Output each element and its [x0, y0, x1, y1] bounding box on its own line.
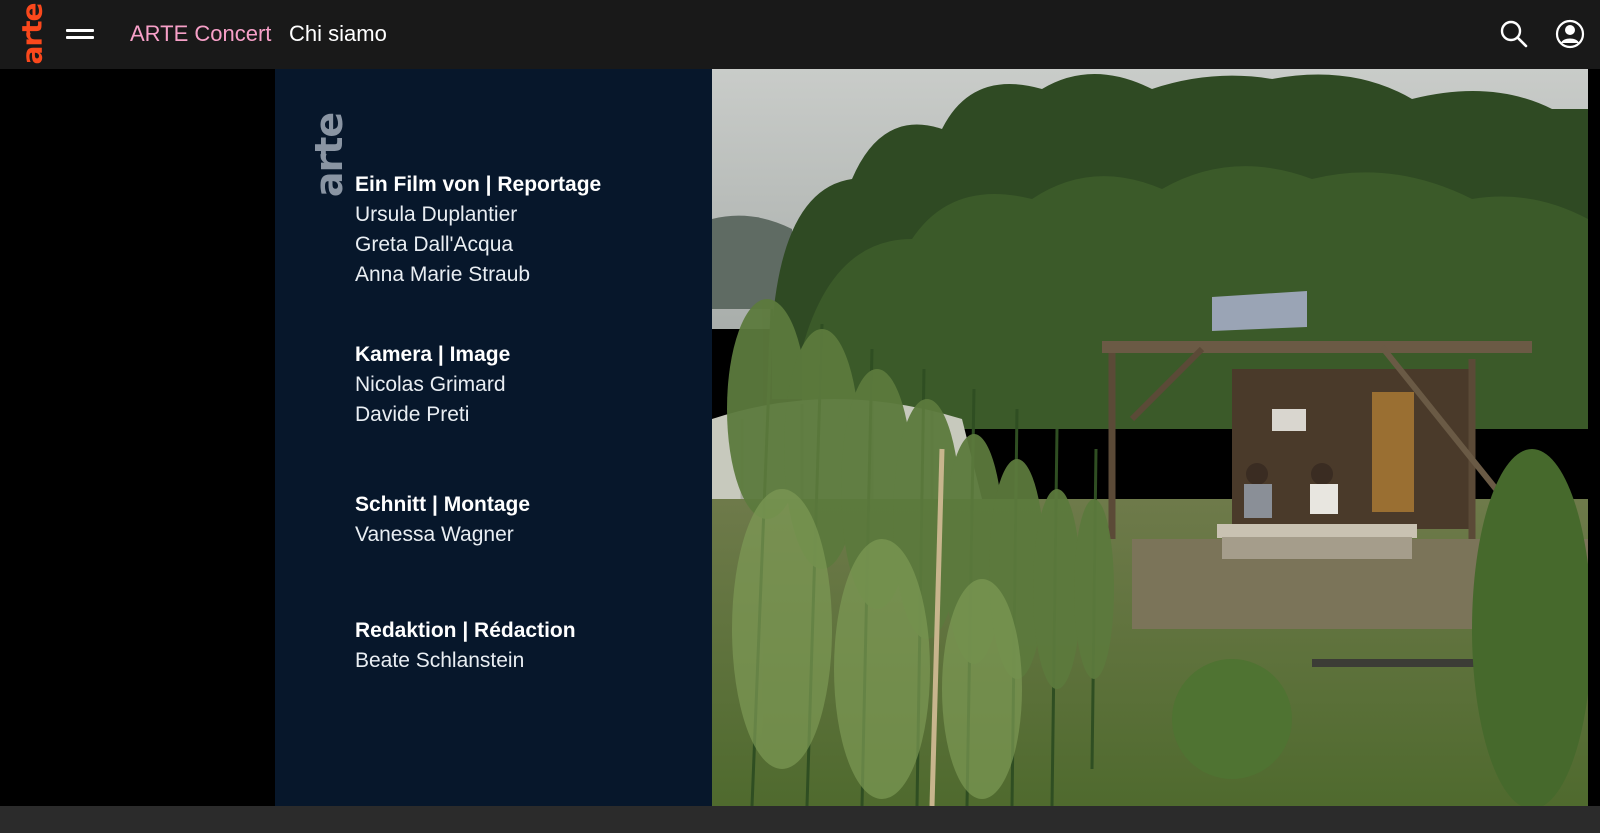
garden-scene-illustration	[712, 69, 1588, 806]
credit-group-editing: Schnitt | Montage Vanessa Wagner	[355, 490, 530, 550]
credits-logo-text: arte	[307, 112, 351, 198]
arte-logo[interactable]: arte	[14, 2, 50, 66]
credits-arte-logo: arte	[301, 99, 357, 211]
arte-logo-text: arte	[15, 3, 49, 65]
video-frame-garden-scene	[712, 69, 1588, 806]
credit-group-editorial: Redaktion | Rédaction Beate Schlanstein	[355, 616, 576, 676]
video-player[interactable]: arte Ein Film von | Reportage Ursula Dup…	[0, 69, 1600, 806]
credit-name: Vanessa Wagner	[355, 523, 514, 546]
credit-heading: Ein Film von | Reportage	[355, 173, 602, 196]
credit-name: Greta Dall'Acqua	[355, 233, 514, 256]
credit-heading: Kamera | Image	[355, 343, 511, 366]
credit-name: Davide Preti	[355, 403, 470, 426]
user-account-icon[interactable]	[1555, 19, 1585, 49]
credit-name: Anna Marie Straub	[355, 263, 531, 286]
credit-name: Ursula Duplantier	[355, 203, 518, 226]
hamburger-menu-icon[interactable]	[66, 24, 94, 44]
credit-name: Beate Schlanstein	[355, 649, 525, 672]
nav-link-chi-siamo[interactable]: Chi siamo	[289, 20, 387, 48]
credits-panel: arte Ein Film von | Reportage Ursula Dup…	[275, 69, 712, 806]
video-progress-bar[interactable]	[0, 806, 1600, 833]
top-navigation-bar: arte ARTE Concert Chi siamo	[0, 0, 1600, 69]
credit-heading: Redaktion | Rédaction	[355, 619, 576, 642]
search-icon[interactable]	[1499, 19, 1529, 49]
credit-group-camera: Kamera | Image Nicolas Grimard Davide Pr…	[355, 340, 510, 430]
credit-group-film: Ein Film von | Reportage Ursula Duplanti…	[355, 170, 601, 290]
credit-heading: Schnitt | Montage	[355, 493, 531, 516]
credit-name: Nicolas Grimard	[355, 373, 506, 396]
nav-link-arte-concert[interactable]: ARTE Concert	[130, 20, 271, 48]
